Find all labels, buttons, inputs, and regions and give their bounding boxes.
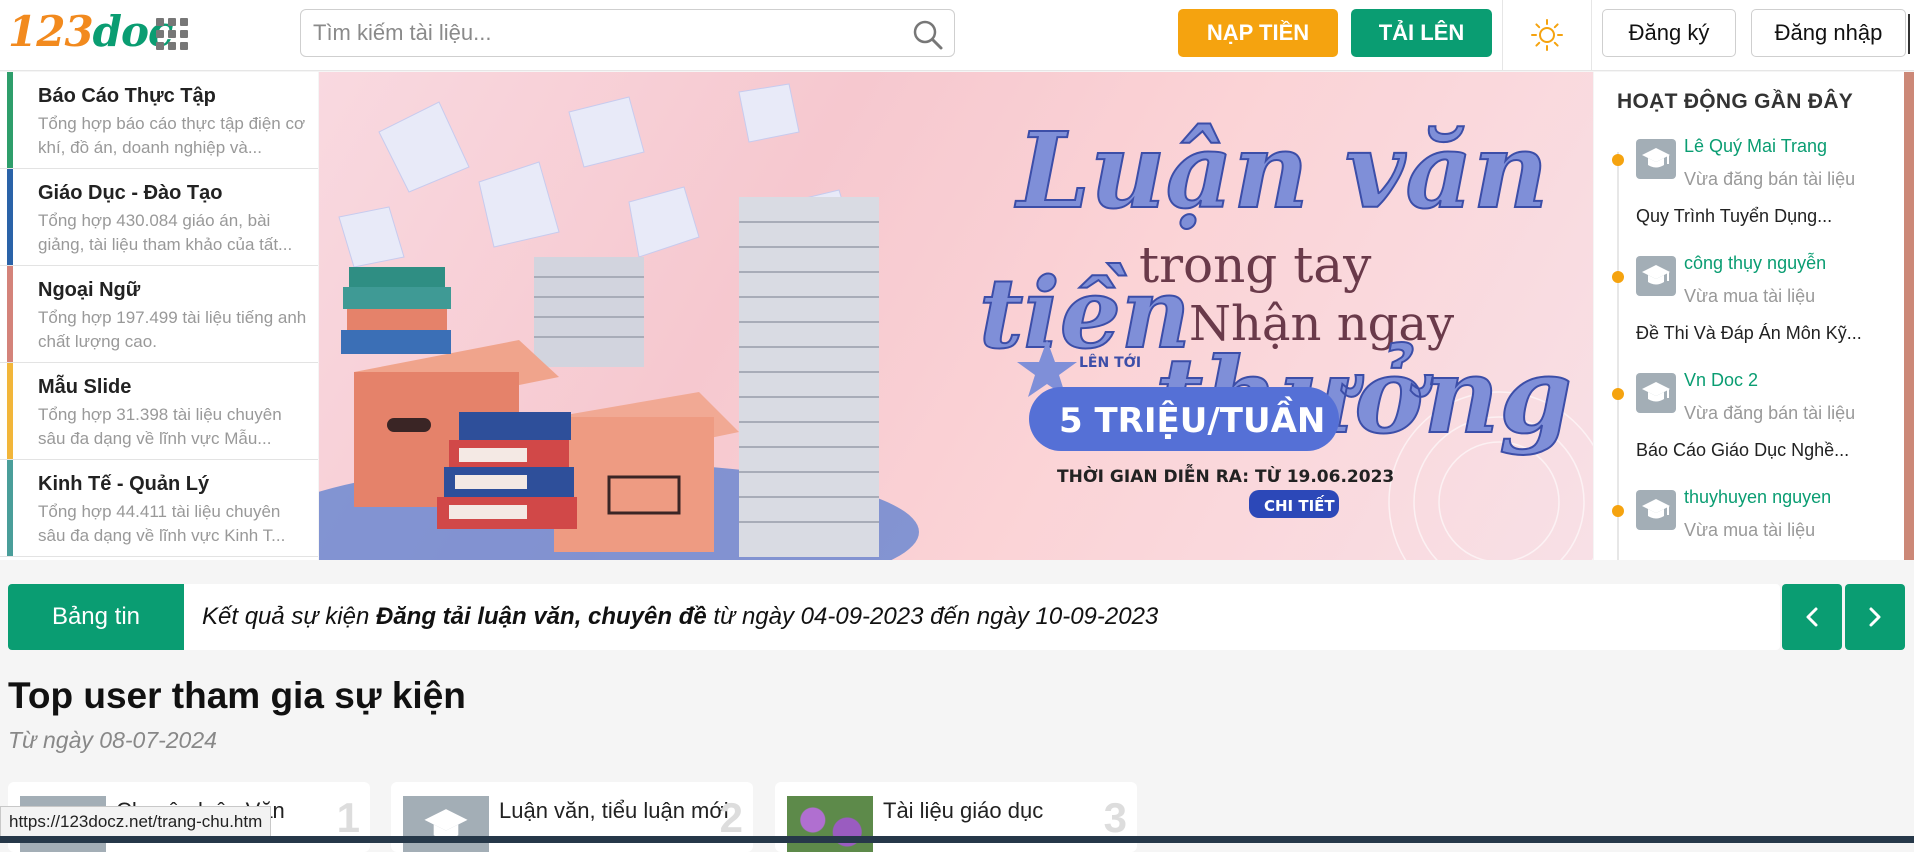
banner-upto: LÊN TỚI: [1079, 353, 1141, 371]
category-item[interactable]: Báo Cáo Thực Tập Tổng hợp báo cáo thực t…: [0, 72, 318, 169]
activity-action: Vừa mua tài liệu: [1684, 286, 1816, 306]
chevron-right-icon: [1869, 607, 1881, 627]
category-desc: Tổng hợp 430.084 giáo án, bài giảng, tài…: [38, 211, 293, 254]
category-color-bar: [7, 266, 13, 362]
search-box[interactable]: [300, 9, 955, 57]
sun-icon: [1531, 19, 1563, 51]
rank-number: 1: [336, 794, 360, 841]
news-next-button[interactable]: [1845, 584, 1905, 650]
activity-doc-link[interactable]: Báo Cáo Giáo Dục Nghề...: [1636, 440, 1849, 461]
news-headline[interactable]: Kết quả sự kiện Đăng tải luận văn, chuyê…: [202, 603, 1158, 631]
chevron-left-icon: [1806, 607, 1818, 627]
category-color-bar: [7, 72, 13, 168]
scroll-indicator: [1908, 14, 1910, 54]
paper-icon: [628, 186, 700, 258]
category-desc: Tổng hợp 197.499 tài liệu tiếng anh chất…: [38, 308, 307, 351]
category-item[interactable]: Giáo Dục - Đào Tạo Tổng hợp 430.084 giáo…: [0, 169, 318, 266]
flower-thumbnail: [787, 796, 873, 852]
paper-icon: [378, 101, 470, 193]
activity-doc-link[interactable]: Quy Trình Tuyển Dụng...: [1636, 206, 1832, 227]
rank-number: 2: [719, 794, 743, 841]
bottom-strip: [0, 836, 1914, 843]
login-button[interactable]: Đăng nhập: [1751, 9, 1906, 57]
category-list: Báo Cáo Thực Tập Tổng hợp báo cáo thực t…: [0, 72, 318, 560]
news-ticker: Bảng tin Kết quả sự kiện Đăng tải luận v…: [8, 584, 1780, 650]
banner-detail-button: CHI TIẾT: [1264, 494, 1335, 515]
side-edge: [1904, 72, 1914, 560]
graduation-cap-icon: [403, 796, 489, 852]
news-label[interactable]: Bảng tin: [8, 584, 184, 650]
rank-number: 3: [1103, 794, 1127, 841]
activity-item[interactable]: công thụy nguyễn Vừa mua tài liệu Đề Thi…: [1594, 249, 1904, 366]
banner-line1: Luận văn: [1014, 109, 1548, 232]
timeline-dot: [1612, 388, 1624, 400]
timeline-dot: [1612, 154, 1624, 166]
category-title: Mẫu Slide: [38, 376, 132, 398]
timeline-dot: [1612, 505, 1624, 517]
top-users-subtitle: Từ ngày 08-07-2024: [8, 727, 217, 753]
news-prev-button[interactable]: [1782, 584, 1842, 650]
upload-button[interactable]: TẢI LÊN: [1351, 9, 1492, 57]
category-color-bar: [7, 169, 13, 265]
activity-item[interactable]: Lê Quý Mai Trang Vừa đăng bán tài liệu Q…: [1594, 132, 1904, 249]
paper-icon: [568, 96, 645, 168]
category-item[interactable]: Mẫu Slide Tổng hợp 31.398 tài liệu chuyê…: [0, 363, 318, 460]
search-icon[interactable]: [912, 19, 944, 51]
paper-icon: [738, 83, 800, 143]
activity-action: Vừa mua tài liệu: [1684, 520, 1816, 540]
link-status-bar: https://123docz.net/trang-chu.htm: [0, 806, 272, 838]
category-item[interactable]: Ngoại Ngữ Tổng hợp 197.499 tài liệu tiến…: [0, 266, 318, 363]
register-button[interactable]: Đăng ký: [1602, 9, 1736, 57]
category-title: Báo Cáo Thực Tập: [38, 85, 216, 107]
graduation-cap-icon: [1636, 490, 1676, 530]
graduation-cap-icon: [1636, 373, 1676, 413]
activity-item[interactable]: thuyhuyen nguyen Vừa mua tài liệu: [1594, 483, 1904, 560]
banner-art: Luận văn trong tay Nhận ngay tiền thưởng…: [319, 83, 1593, 560]
paper-icon: [478, 161, 560, 248]
top-user-name: Luận văn, tiểu luận mới: [499, 798, 729, 823]
activity-item[interactable]: Vn Doc 2 Vừa đăng bán tài liệu Báo Cáo G…: [1594, 366, 1904, 483]
activity-title: HOẠT ĐỘNG GẦN ĐÂY: [1617, 90, 1854, 113]
graduation-cap-icon: [1636, 256, 1676, 296]
activity-user-link[interactable]: Lê Quý Mai Trang: [1684, 136, 1827, 157]
timeline-dot: [1612, 271, 1624, 283]
activity-action: Vừa đăng bán tài liệu: [1684, 169, 1856, 189]
banner-time: THỜI GIAN DIỄN RA: TỪ 19.06.2023: [1057, 462, 1394, 487]
graduation-cap-icon: [1636, 139, 1676, 179]
box-icon: [554, 392, 739, 552]
activity-doc-link[interactable]: Đề Thi Và Đáp Án Môn Kỹ...: [1636, 323, 1862, 344]
theme-toggle[interactable]: [1502, 0, 1592, 70]
recent-activity-panel: HOẠT ĐỘNG GẦN ĐÂY Lê Quý Mai Trang Vừa đ…: [1594, 72, 1904, 560]
paper-stack: [739, 197, 879, 557]
top-user-name: Tài liệu giáo dục: [883, 798, 1044, 823]
category-title: Ngoại Ngữ: [38, 279, 141, 301]
category-title: Kinh Tế - Quản Lý: [38, 473, 210, 495]
category-color-bar: [7, 363, 13, 459]
category-desc: Tổng hợp báo cáo thực tập điện cơ khí, đ…: [38, 114, 306, 157]
activity-action: Vừa đăng bán tài liệu: [1684, 403, 1856, 423]
category-desc: Tổng hợp 44.411 tài liệu chuyên sâu đa d…: [38, 502, 286, 545]
top-users-title: Top user tham gia sự kiện: [8, 675, 466, 716]
banner-prize: 5 TRIỆU/TUẦN: [1059, 396, 1325, 441]
category-title: Giáo Dục - Đào Tạo: [38, 182, 223, 204]
top-header: 123doc NẠP TIỀN TẢI LÊN Đăng ký Đăng nhậ…: [0, 0, 1914, 71]
promo-banner[interactable]: Luận văn trong tay Nhận ngay tiền thưởng…: [319, 72, 1593, 560]
category-desc: Tổng hợp 31.398 tài liệu chuyên sâu đa d…: [38, 405, 282, 448]
apps-grid-icon[interactable]: [156, 18, 188, 50]
category-item[interactable]: Kinh Tế - Quản Lý Tổng hợp 44.411 tài li…: [0, 460, 318, 557]
activity-user-link[interactable]: thuyhuyen nguyen: [1684, 487, 1831, 508]
search-input[interactable]: [313, 10, 893, 56]
paper-icon: [338, 206, 405, 268]
activity-user-link[interactable]: công thụy nguyễn: [1684, 253, 1826, 274]
topup-button[interactable]: NẠP TIỀN: [1178, 9, 1338, 57]
category-color-bar: [7, 460, 13, 556]
activity-user-link[interactable]: Vn Doc 2: [1684, 370, 1758, 391]
book-stack: [341, 267, 451, 354]
site-logo[interactable]: 123doc: [8, 8, 174, 56]
